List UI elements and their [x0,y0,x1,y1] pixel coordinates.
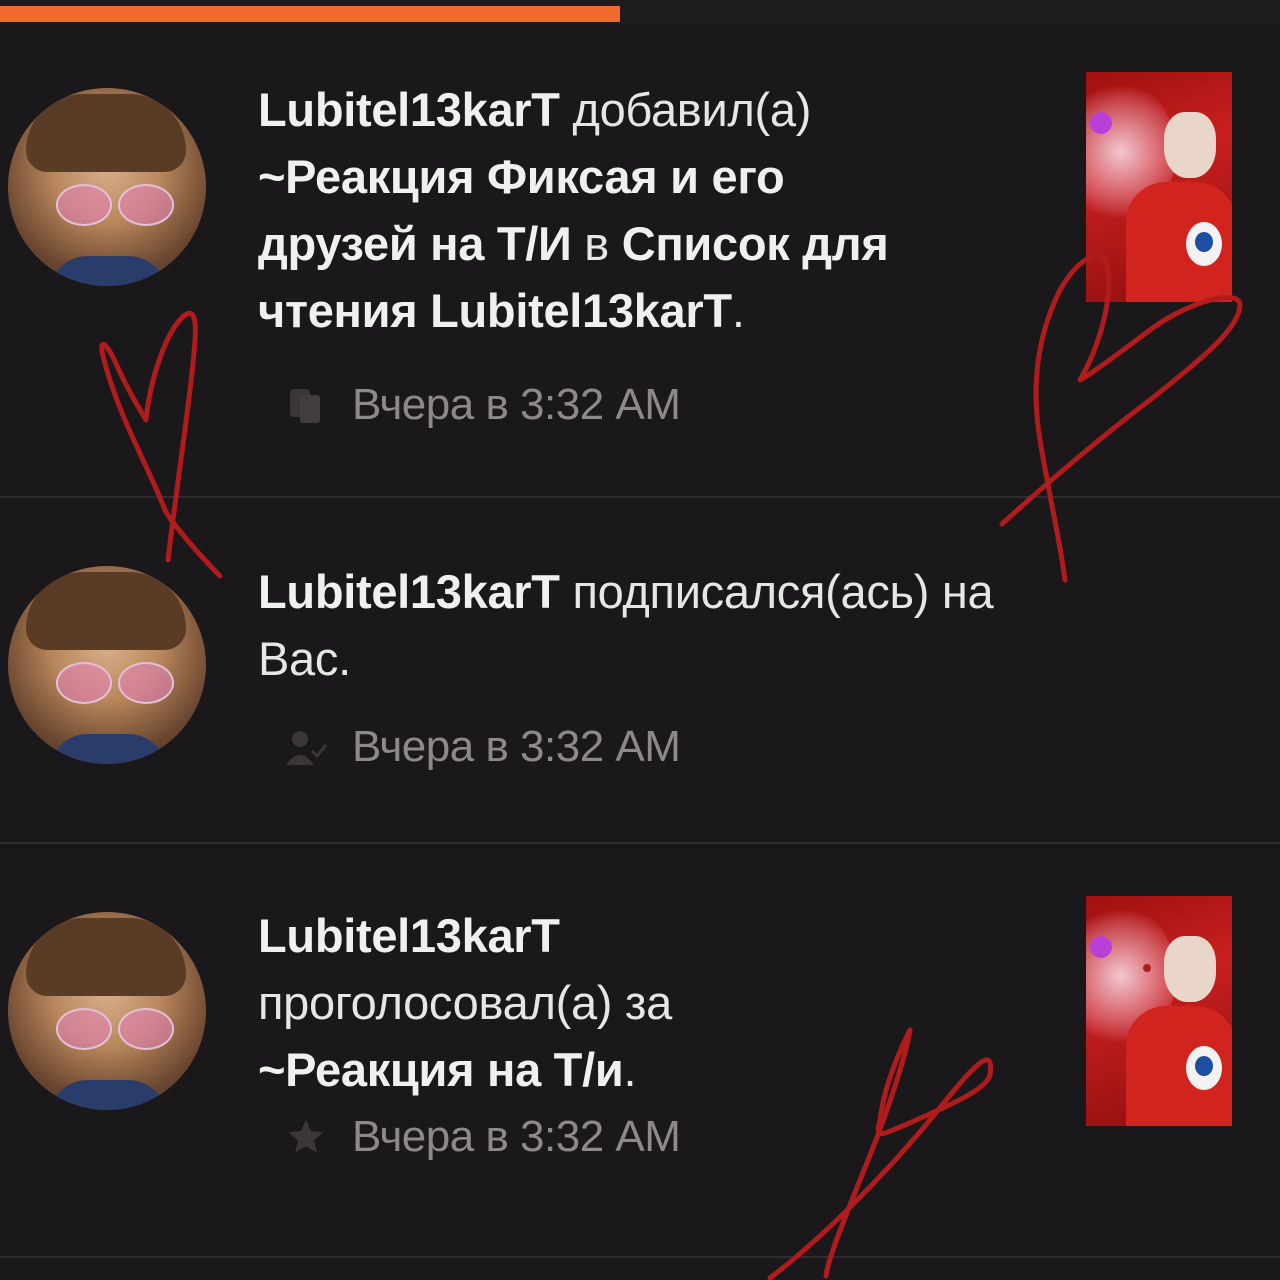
username-link[interactable]: Lubitel13karT [258,83,560,136]
reading-list-icon [282,383,330,427]
story-title-link[interactable]: ~Реакция Фиксая и его [258,150,785,203]
username-link[interactable]: Lubitel13karT [258,565,560,618]
story-title-link[interactable]: ~Реакция на Т/и [258,1043,624,1096]
timestamp: Вчера в 3:32 AM [352,380,681,429]
notification-list: Lubitel13karT добавил(а) ~Реакция Фиксая… [0,24,1280,1258]
notification-meta: Вчера в 3:32 AM [282,722,681,772]
username-link[interactable]: Lubitel13karT [258,909,560,962]
notification-text: Lubitel13karT добавил(а) ~Реакция Фиксая… [258,83,889,337]
notification-meta: Вчера в 3:32 AM [282,1112,681,1162]
notification-item[interactable]: Lubitel13karT подписался(ась) на Вас. Вч… [0,498,1280,844]
follow-icon [282,725,330,769]
notification-meta: Вчера в 3:32 AM [282,380,681,430]
notification-item[interactable]: Lubitel13karT добавил(а) ~Реакция Фиксая… [0,24,1280,498]
notification-text: Lubitel13karT проголосовал(а) за ~Реакци… [258,909,672,1096]
avatar[interactable] [8,566,206,764]
notification-text: Lubitel13karT подписался(ась) на Вас. [258,565,994,685]
timestamp: Вчера в 3:32 AM [352,1112,681,1161]
avatar[interactable] [8,88,206,286]
notification-item[interactable]: Lubitel13karT проголосовал(а) за ~Реакци… [0,844,1280,1258]
story-cover-thumbnail[interactable] [1086,896,1232,1126]
vote-star-icon [282,1115,330,1159]
progress-bar [0,6,620,22]
top-bar [0,0,1280,24]
reading-list-link[interactable]: Список для [622,217,889,270]
story-cover-thumbnail[interactable] [1086,72,1232,302]
avatar[interactable] [8,912,206,1110]
timestamp: Вчера в 3:32 AM [352,722,681,771]
